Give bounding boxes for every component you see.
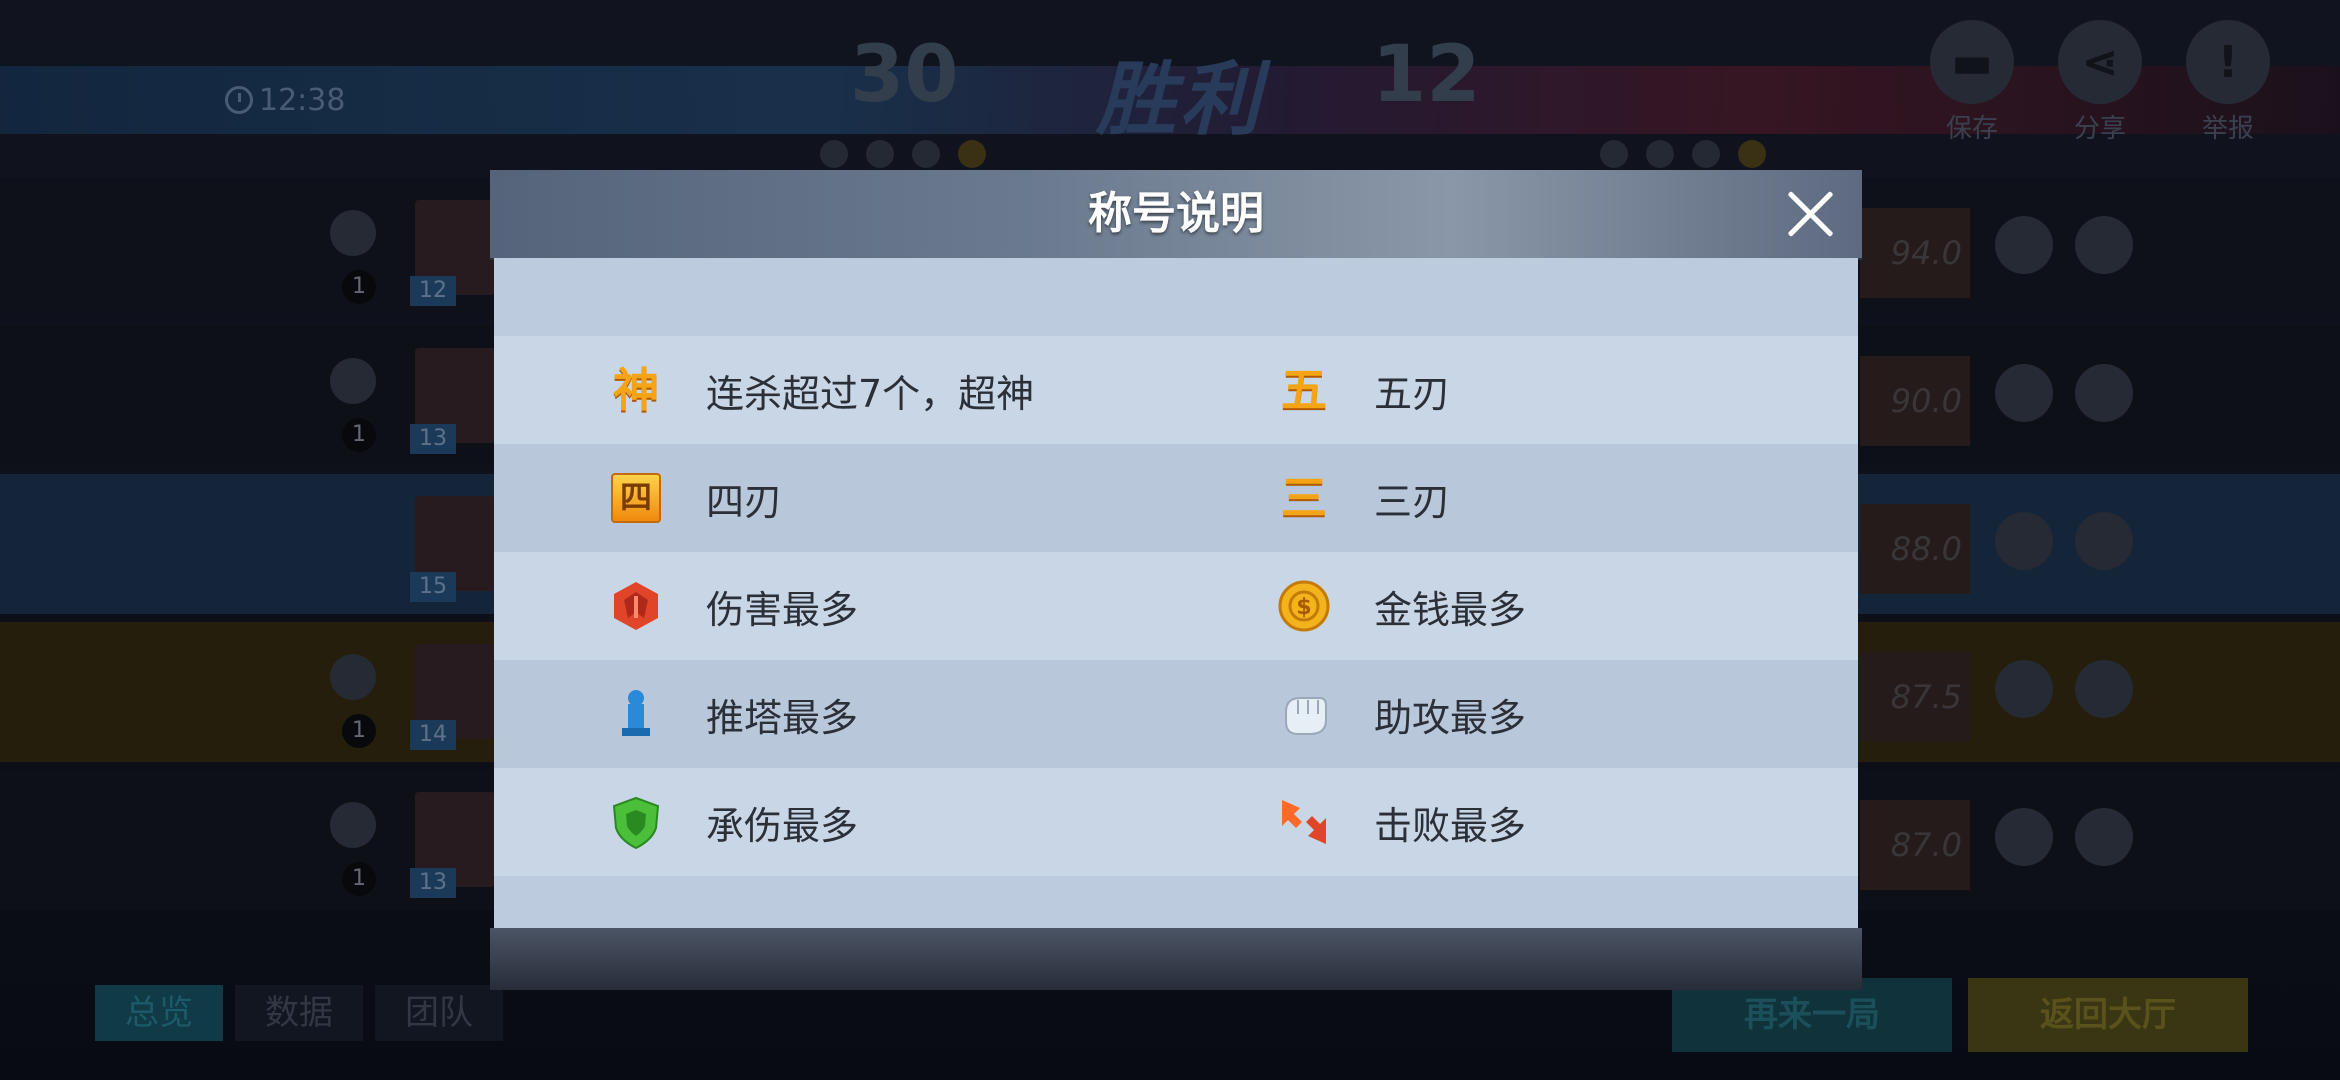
penta-kill-glyph: 五 <box>1281 363 1327 417</box>
most-gold-icon: $ <box>1276 578 1332 634</box>
title-entry: 五 五刃 <box>1276 336 1450 444</box>
svg-text:$: $ <box>1296 595 1311 620</box>
triple-kill-glyph: 三 <box>1281 471 1327 525</box>
quadra-kill-icon: 四 <box>608 470 664 526</box>
modal-title: 称号说明 <box>1088 188 1264 239</box>
title-entry: 击败最多 <box>1276 768 1526 876</box>
title-entry: 三 三刃 <box>1276 444 1450 552</box>
title-row: 神 连杀超过7个，超神 五 五刃 <box>494 336 1858 444</box>
title-entry: 伤害最多 <box>608 552 858 660</box>
title-label: 承伤最多 <box>706 803 859 848</box>
title-label: 五刃 <box>1374 371 1451 416</box>
close-icon[interactable] <box>1778 182 1842 246</box>
god-icon: 神 <box>608 362 664 418</box>
title-label: 连杀超过7个，超神 <box>706 371 1035 416</box>
triple-kill-icon: 三 <box>1276 470 1332 526</box>
title-entry: 四 四刃 <box>608 444 782 552</box>
penta-kill-icon: 五 <box>1276 362 1332 418</box>
title-entry: 承伤最多 <box>608 768 858 876</box>
title-label: 四刃 <box>706 479 783 524</box>
title-row: 承伤最多 击败最多 <box>494 768 1858 876</box>
title-entry: 推塔最多 <box>608 660 858 768</box>
title-entry: 助攻最多 <box>1276 660 1526 768</box>
god-glyph: 神 <box>613 363 659 417</box>
most-assists-icon <box>1276 686 1332 742</box>
most-kills-icon <box>1276 794 1332 850</box>
titles-modal: 称号说明 神 连杀超过7个，超神 五 五刃 四 四刃 三 三刃 伤害最多 $ 金… <box>490 170 1862 990</box>
title-label: 击败最多 <box>1374 803 1527 848</box>
most-damage-taken-icon <box>608 794 664 850</box>
title-label: 金钱最多 <box>1374 587 1527 632</box>
quadra-kill-glyph: 四 <box>611 473 661 523</box>
title-entry: $ 金钱最多 <box>1276 552 1526 660</box>
title-row: 四 四刃 三 三刃 <box>494 444 1858 552</box>
title-label: 三刃 <box>1374 479 1451 524</box>
most-towers-icon <box>608 686 664 742</box>
title-label: 推塔最多 <box>706 695 859 740</box>
title-row: 伤害最多 $ 金钱最多 <box>494 552 1858 660</box>
most-damage-icon <box>608 578 664 634</box>
title-row: 推塔最多 助攻最多 <box>494 660 1858 768</box>
title-label: 伤害最多 <box>706 587 859 632</box>
modal-body: 神 连杀超过7个，超神 五 五刃 四 四刃 三 三刃 伤害最多 $ 金钱最多 推… <box>494 258 1858 928</box>
title-label: 助攻最多 <box>1374 695 1527 740</box>
modal-footer <box>490 928 1862 990</box>
title-entry: 神 连杀超过7个，超神 <box>608 336 1034 444</box>
